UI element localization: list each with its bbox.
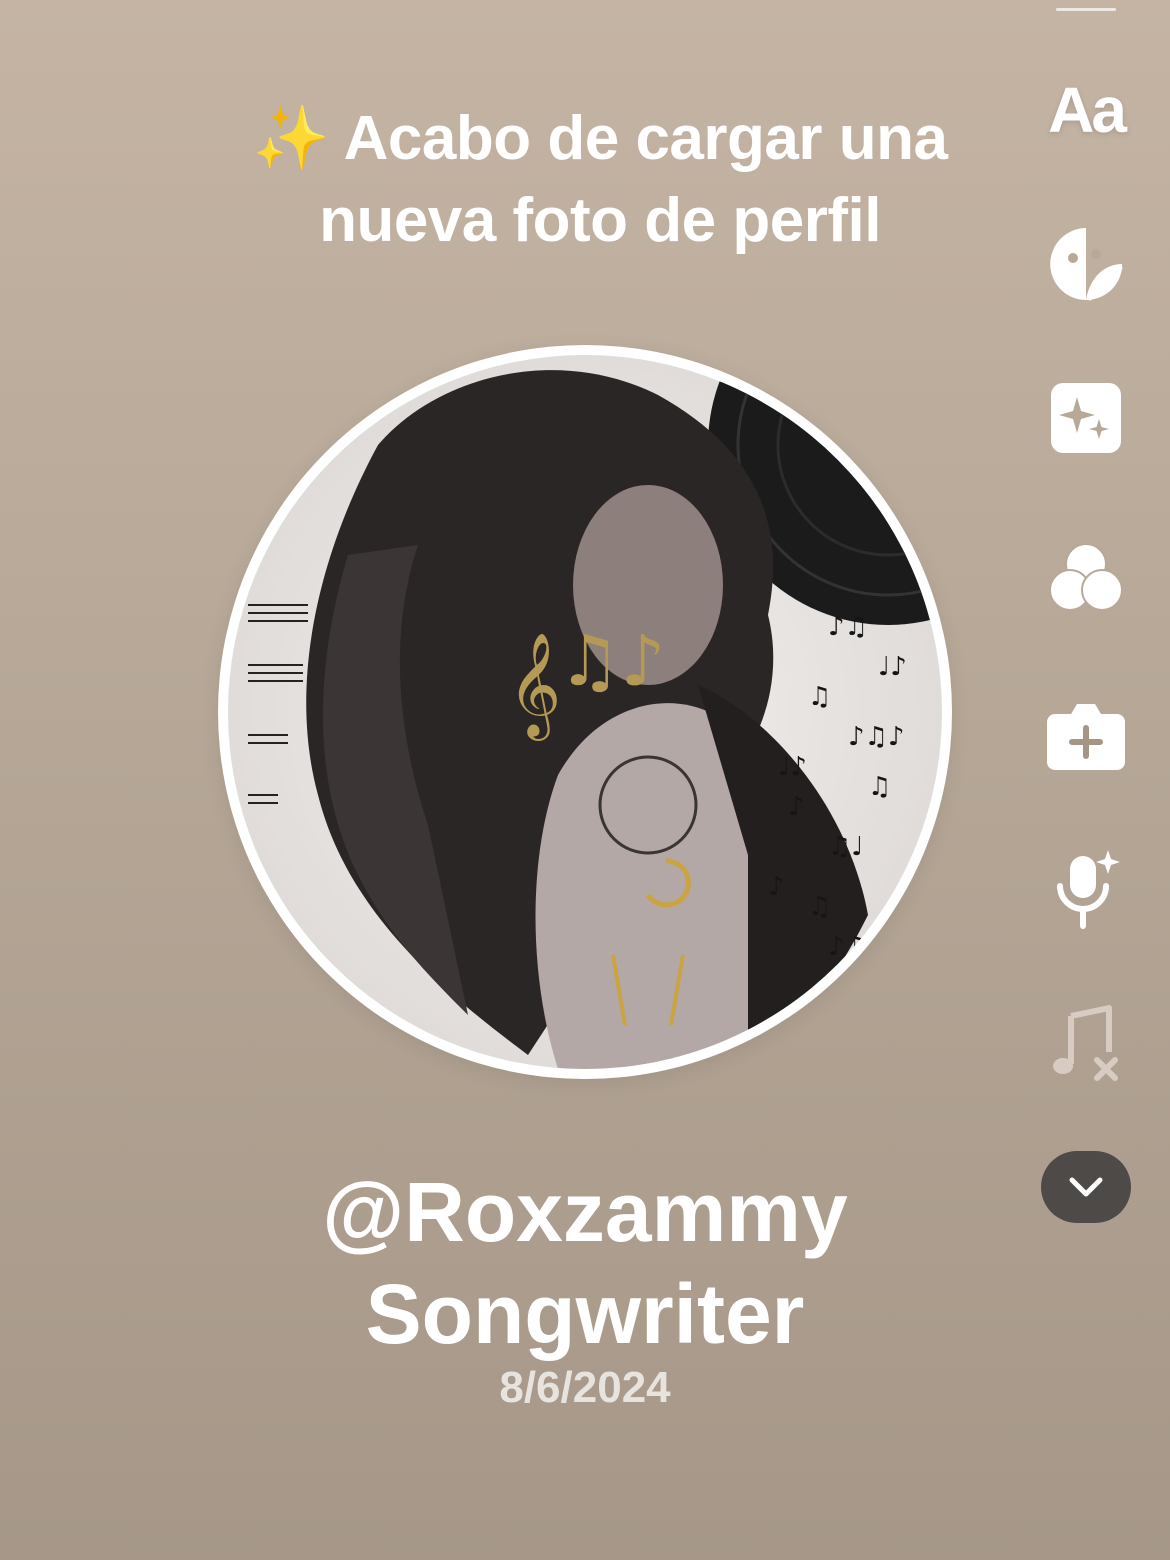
- svg-text:𝄞: 𝄞: [508, 632, 561, 741]
- svg-text:♩♪: ♩♪: [778, 752, 807, 782]
- svg-text:♫♩: ♫♩: [828, 832, 864, 862]
- voice-effects-button[interactable]: [1040, 842, 1132, 934]
- profile-role: Songwriter: [365, 1267, 805, 1361]
- headline-caption[interactable]: ✨ Acabo de cargar una nueva foto de perf…: [170, 98, 1030, 262]
- svg-text:♫: ♫: [868, 772, 891, 802]
- add-camera-icon: [1047, 704, 1125, 770]
- effects-icon: [1051, 383, 1121, 453]
- music-off-button[interactable]: [1040, 996, 1132, 1088]
- headline-line-1-text: Acabo de cargar una: [343, 104, 948, 173]
- svg-text:♫: ♫: [808, 892, 831, 922]
- chevron-down-icon: [1069, 1177, 1103, 1197]
- profile-handle: @Roxzammy: [322, 1165, 848, 1259]
- voice-effects-icon: [1057, 850, 1120, 929]
- profile-date: 8/6/2024: [499, 1363, 671, 1412]
- text-tool-label: Aa: [1048, 74, 1127, 146]
- profile-photo: 𝄞 ♫♪ ♪♫ ♩♪ ♫ ♪♫♪ ♩♪ ♫ ♪ ♫♩ ♪ ♫ ♪♫: [228, 355, 942, 1069]
- music-off-icon: [1053, 1005, 1118, 1081]
- headline-line-1: ✨ Acabo de cargar una: [170, 98, 1030, 180]
- svg-text:♪: ♪: [788, 792, 805, 822]
- text-tool-button[interactable]: Aa: [1040, 64, 1132, 156]
- add-camera-button[interactable]: [1040, 688, 1132, 780]
- headline-line-2: nueva foto de perfil: [319, 186, 881, 255]
- svg-text:♫♪: ♫♪: [558, 620, 665, 702]
- profile-photo-frame[interactable]: 𝄞 ♫♪ ♪♫ ♩♪ ♫ ♪♫♪ ♩♪ ♫ ♪ ♫♩ ♪ ♫ ♪♫: [218, 345, 952, 1079]
- sticker-icon: [1050, 228, 1123, 301]
- svg-text:♩♪: ♩♪: [878, 652, 907, 682]
- effects-button[interactable]: [1040, 372, 1132, 464]
- sticker-button[interactable]: [1040, 218, 1132, 310]
- sparkles-emoji: ✨: [252, 104, 330, 173]
- svg-text:♪: ♪: [768, 872, 785, 902]
- svg-text:♪♫♪: ♪♫♪: [848, 722, 905, 752]
- svg-text:♪♫: ♪♫: [828, 612, 868, 642]
- svg-text:♪♫: ♪♫: [828, 932, 868, 962]
- filters-button[interactable]: [1040, 534, 1132, 626]
- svg-text:♫: ♫: [808, 682, 831, 712]
- top-drag-handle[interactable]: [1056, 8, 1116, 11]
- collapse-toolbar-button[interactable]: [1041, 1151, 1131, 1223]
- filters-icon: [1049, 543, 1123, 611]
